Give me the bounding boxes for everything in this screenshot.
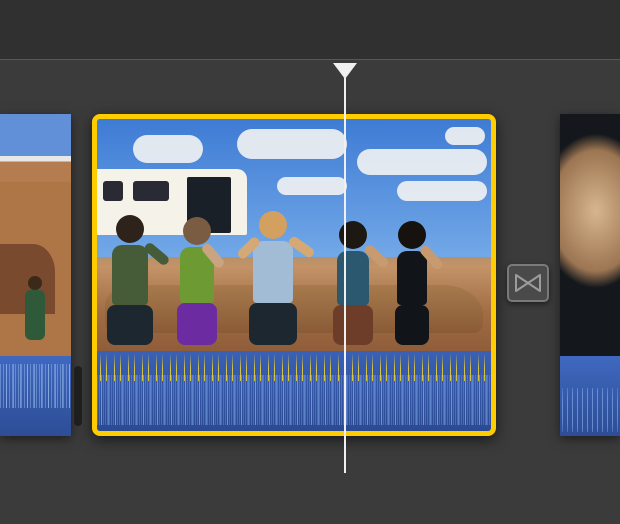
playhead-marker-icon[interactable] bbox=[333, 63, 357, 79]
timeline-track[interactable]: cross-dissolve bbox=[0, 114, 620, 436]
video-clip[interactable] bbox=[0, 114, 71, 436]
clip-edge-handle[interactable] bbox=[74, 366, 82, 426]
video-clip[interactable] bbox=[560, 114, 620, 436]
transition-icon[interactable]: cross-dissolve bbox=[507, 264, 549, 302]
audio-waveform[interactable] bbox=[0, 356, 71, 436]
video-clip-selected[interactable] bbox=[92, 114, 496, 436]
clip-thumbnail bbox=[560, 114, 620, 356]
playhead-line[interactable] bbox=[344, 78, 346, 473]
audio-waveform[interactable] bbox=[560, 356, 620, 436]
audio-waveform[interactable] bbox=[97, 351, 491, 431]
toolbar-area bbox=[0, 0, 620, 60]
